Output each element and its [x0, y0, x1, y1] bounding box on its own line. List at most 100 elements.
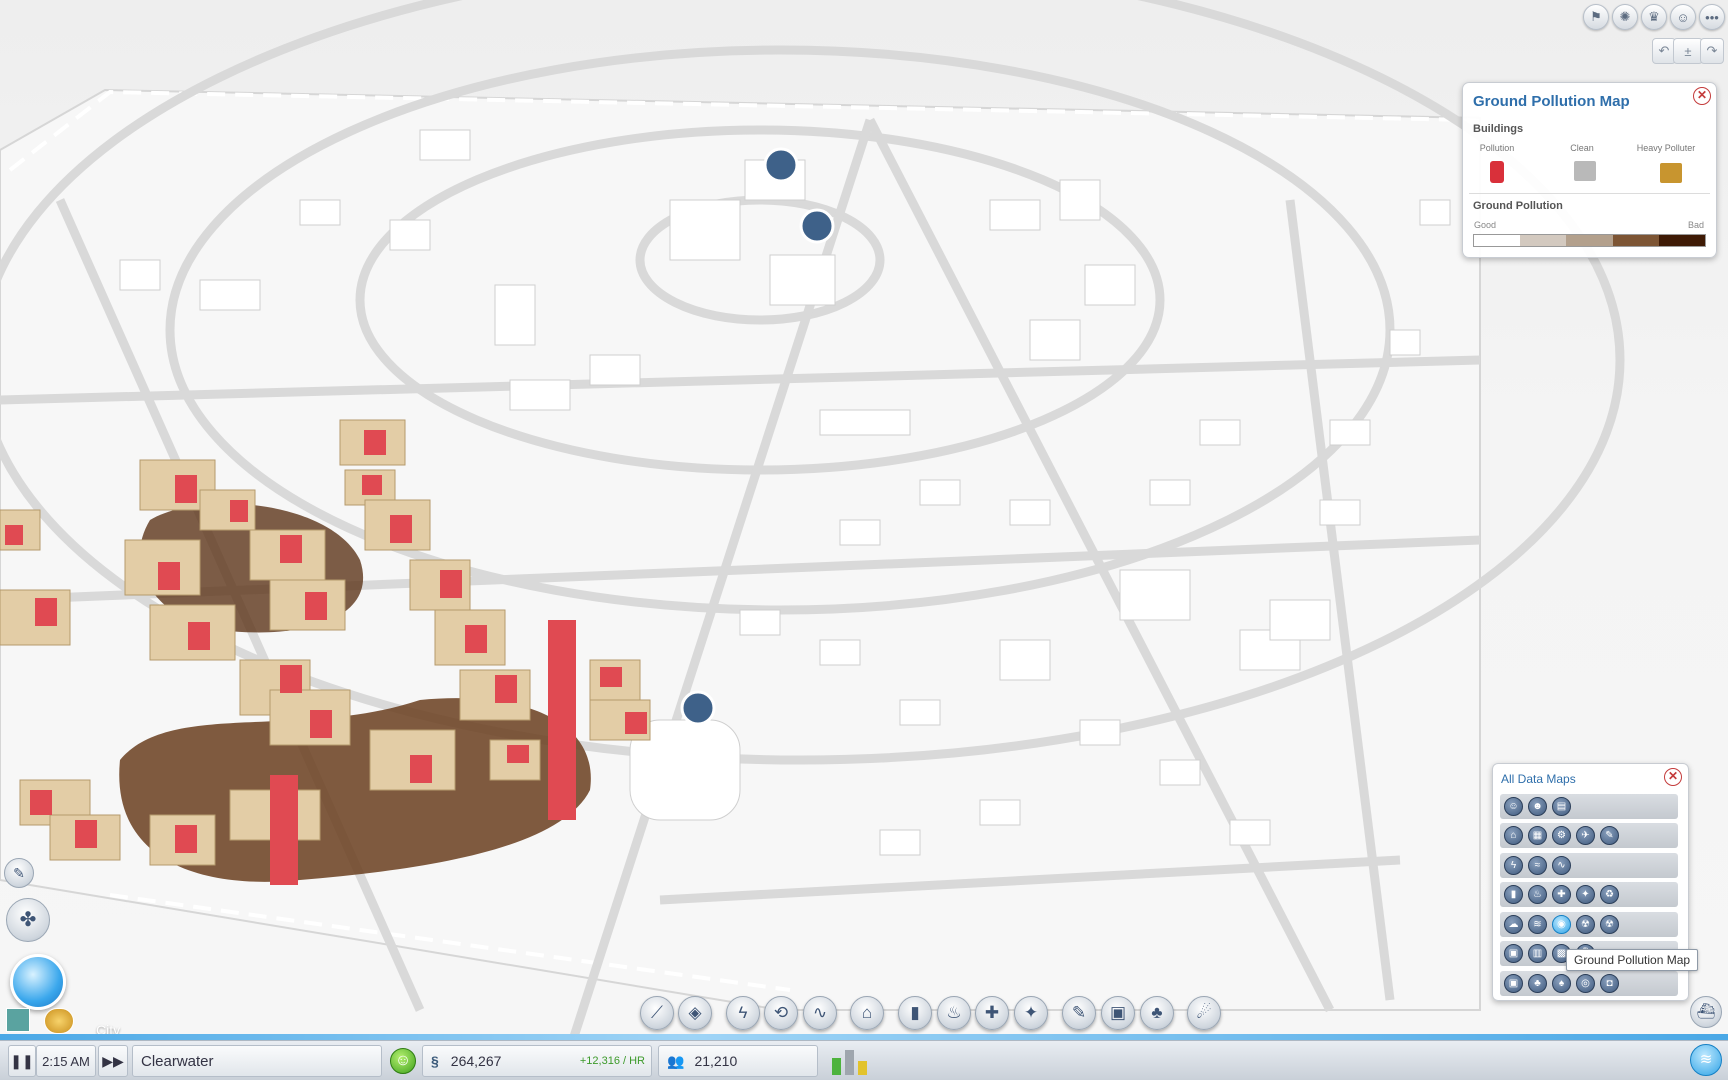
friends-icon[interactable]: ☺	[1670, 4, 1696, 30]
water-tool-button[interactable]: ⟲	[764, 996, 798, 1030]
ground-pollution-icon[interactable]: ◉	[1552, 915, 1571, 934]
scale-bad-label: Bad	[1687, 220, 1704, 230]
happiness-icon[interactable]: ☺	[390, 1048, 416, 1074]
shield-icon[interactable]	[44, 1008, 74, 1034]
rci-industrial-bar	[858, 1061, 867, 1075]
funds-field[interactable]: § 264,267 +12,316 / HR	[422, 1045, 652, 1077]
ship-icon[interactable]: ⛴	[1690, 996, 1722, 1028]
tourist-camera-icon[interactable]: ◘	[1600, 974, 1619, 993]
city-hall-tool-button[interactable]: ⌂	[850, 996, 884, 1030]
fire-icon[interactable]: ♨	[1528, 885, 1547, 904]
sewage-tool-button[interactable]: ∿	[803, 996, 837, 1030]
gradient-step	[1566, 235, 1613, 246]
rotate-right-icon[interactable]: ↷	[1700, 38, 1724, 64]
ground-pollution-legend: Ground Pollution Map ✕ Buildings Polluti…	[1462, 82, 1717, 258]
pause-button[interactable]: ❚❚	[8, 1045, 36, 1077]
police-tool-button[interactable]: ✦	[1014, 996, 1048, 1030]
happiness-icon[interactable]: ☻	[1528, 797, 1547, 816]
zone-tool-button[interactable]: ◈	[678, 996, 712, 1030]
population-field[interactable]: 👥 21,210	[658, 1045, 818, 1077]
streetcar-icon[interactable]: ▥	[1528, 944, 1547, 963]
population-icon: 👥	[667, 1052, 685, 1069]
power-tool-button[interactable]: ϟ	[726, 996, 760, 1030]
scale-good-label: Good	[1474, 220, 1497, 230]
recycling-icon[interactable]: ♻	[1600, 885, 1619, 904]
residential-icon[interactable]: ⌂	[1504, 826, 1523, 845]
pollution-gradient	[1473, 234, 1706, 247]
data-map-row: ▣ ♣ ♠ ◎ ◘	[1500, 971, 1678, 996]
garbage-icon[interactable]: ▮	[1504, 885, 1523, 904]
status-bar: ❚❚ 2:15 AM ▶▶ Clearwater ☺ § 264,267 +12…	[0, 1040, 1728, 1080]
cursor-icon[interactable]: ✎	[4, 858, 34, 888]
data-maps-close-button[interactable]: ✕	[1664, 768, 1682, 786]
radiation-icon[interactable]: ☢	[1576, 915, 1595, 934]
layers-icon[interactable]: ≋	[1690, 1044, 1722, 1076]
fast-forward-icon: ▶▶	[102, 1052, 124, 1069]
land-value-icon[interactable]: ▤	[1552, 797, 1571, 816]
parks-tool-button[interactable]: ♣	[1140, 996, 1174, 1030]
traffic-icon[interactable]: ▣	[1504, 974, 1523, 993]
city-name-field[interactable]: Clearwater	[132, 1045, 382, 1077]
data-map-row: ☺ ☻ ▤	[1500, 794, 1678, 819]
data-maps-title: All Data Maps	[1501, 772, 1576, 786]
garbage-tool-button[interactable]: ▮	[898, 996, 932, 1030]
clean-building-icon	[1574, 161, 1596, 181]
rci-residential-bar	[832, 1058, 841, 1075]
population-value: 21,210	[694, 1053, 738, 1069]
region-icon[interactable]: ✺	[1612, 4, 1638, 30]
polluting-building-icon	[1490, 161, 1504, 183]
more-icon[interactable]: •••	[1699, 4, 1725, 30]
tooltip: Ground Pollution Map	[1566, 949, 1699, 971]
data-map-row: ▮ ♨ ✚ ✦ ♻	[1500, 882, 1678, 907]
buildings-header: Buildings	[1473, 123, 1524, 135]
road-tool-button[interactable]: ⟋	[640, 996, 674, 1030]
gradient-step	[1474, 235, 1521, 246]
sewage-icon[interactable]: ∿	[1552, 856, 1571, 875]
disaster-tool-button[interactable]: ☄	[1187, 996, 1221, 1030]
gambling-icon[interactable]: ♠	[1552, 974, 1571, 993]
commercial-icon[interactable]: ▦	[1528, 826, 1547, 845]
legend-label-clean: Clean	[1570, 143, 1594, 153]
pause-icon: ❚❚	[10, 1052, 34, 1069]
power-icon[interactable]: ϟ	[1504, 856, 1523, 875]
data-map-row: ☁ ≋ ◉ ☢ ☢	[1500, 912, 1678, 937]
radiation-alt-icon[interactable]: ☢	[1600, 915, 1619, 934]
data-map-row: ⌂ ▦ ⚙ ✈ ✎	[1500, 823, 1678, 848]
tourism-icon[interactable]: ✈	[1576, 826, 1595, 845]
industrial-icon[interactable]: ⚙	[1552, 826, 1571, 845]
time-display: 2:15 AM	[42, 1053, 90, 1069]
fire-tool-button[interactable]: ♨	[937, 996, 971, 1030]
health-tool-button[interactable]: ✚	[975, 996, 1009, 1030]
city-portrait-icon[interactable]	[6, 1008, 30, 1032]
ribbon-icon[interactable]: ⚑	[1583, 4, 1609, 30]
rci-meter[interactable]	[830, 1047, 870, 1075]
population-icon[interactable]: ☺	[1504, 797, 1523, 816]
zoom-icon[interactable]: ±	[1673, 38, 1703, 64]
parks-icon[interactable]: ♣	[1528, 974, 1547, 993]
heavy-polluter-icon	[1660, 163, 1682, 183]
region-view-icon[interactable]: ✤	[6, 898, 50, 942]
gradient-step	[1520, 235, 1567, 246]
wind-icon[interactable]: ◎	[1576, 974, 1595, 993]
crime-icon[interactable]: ✦	[1576, 885, 1595, 904]
speed-button[interactable]: ▶▶	[98, 1045, 128, 1077]
city-globe-button[interactable]	[10, 954, 66, 1010]
education-icon[interactable]: ✎	[1600, 826, 1619, 845]
education-tool-button[interactable]: ✎	[1062, 996, 1096, 1030]
city-name: Clearwater	[141, 1052, 214, 1070]
water-icon[interactable]: ≈	[1528, 856, 1547, 875]
income-value: +12,316 / HR	[579, 1055, 645, 1067]
legend-title: Ground Pollution Map	[1473, 93, 1630, 110]
rci-commercial-bar	[845, 1049, 854, 1075]
clock: 2:15 AM	[36, 1045, 96, 1077]
transit-tool-button[interactable]: ▣	[1101, 996, 1135, 1030]
gradient-step	[1612, 235, 1659, 246]
legend-close-button[interactable]: ✕	[1693, 87, 1711, 105]
air-pollution-icon[interactable]: ☁	[1504, 915, 1523, 934]
health-icon[interactable]: ✚	[1552, 885, 1571, 904]
legend-label-pollution: Pollution	[1479, 143, 1515, 153]
transit-bus-icon[interactable]: ▣	[1504, 944, 1523, 963]
ground-pollution-header: Ground Pollution	[1473, 200, 1563, 212]
water-pollution-icon[interactable]: ≋	[1528, 915, 1547, 934]
trophy-icon[interactable]: ♛	[1641, 4, 1667, 30]
